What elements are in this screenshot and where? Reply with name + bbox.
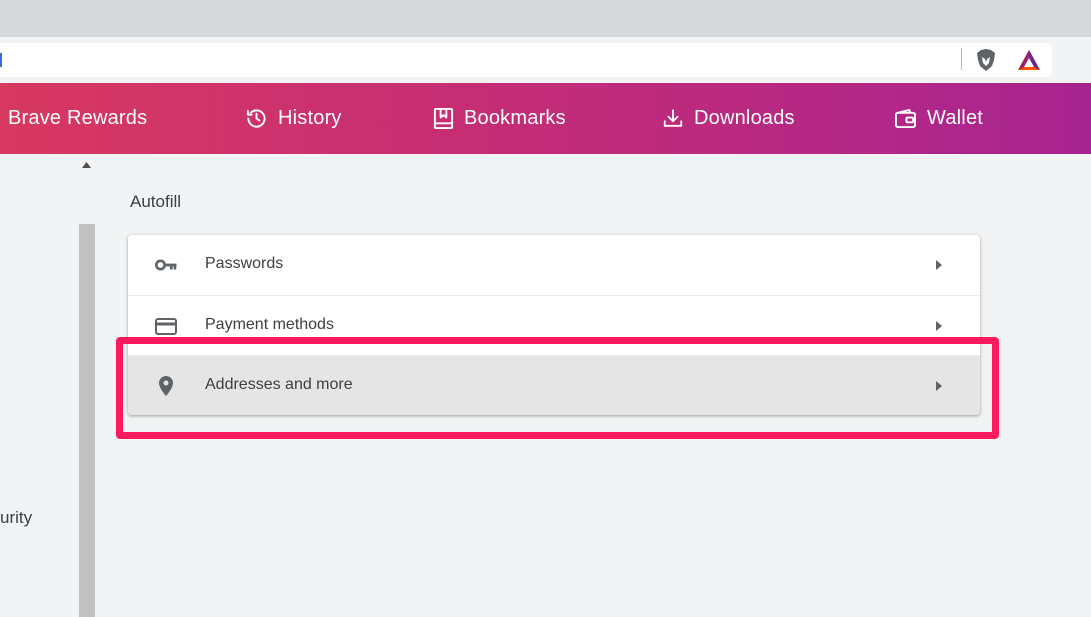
row-label: Addresses and more — [205, 376, 353, 393]
nav-label: Downloads — [694, 107, 795, 129]
browser-toolbar — [0, 37, 1091, 83]
text-cursor — [0, 53, 2, 67]
key-icon — [155, 254, 177, 276]
tab-strip — [0, 0, 1091, 37]
location-pin-icon — [155, 375, 177, 397]
nav-label: History — [278, 107, 342, 129]
nav-wallet[interactable]: Wallet — [894, 83, 983, 154]
nav-brave-rewards[interactable]: Brave Rewards — [8, 83, 147, 154]
settings-nav-bar: Brave Rewards History Bookmarks Download… — [0, 83, 1091, 154]
brave-lion-icon — [977, 49, 995, 71]
brave-rewards-button[interactable] — [1016, 47, 1042, 73]
nav-label: Wallet — [927, 107, 984, 129]
addresses-row[interactable]: Addresses and more — [128, 355, 980, 415]
nav-bookmarks[interactable]: Bookmarks — [433, 83, 566, 154]
address-bar[interactable] — [0, 43, 1052, 77]
nav-history[interactable]: History — [245, 83, 342, 154]
autofill-card: Passwords Payment methods Addresses and … — [128, 235, 980, 415]
nav-downloads[interactable]: Downloads — [662, 83, 795, 154]
history-icon — [246, 109, 266, 128]
payment-methods-row[interactable]: Payment methods — [128, 295, 980, 355]
brave-shields-button[interactable] — [974, 47, 998, 73]
chevron-right-icon — [936, 259, 946, 271]
downloads-icon — [663, 109, 683, 127]
chevron-right-icon — [936, 380, 946, 392]
toolbar-divider — [961, 48, 962, 70]
credit-card-icon — [155, 315, 177, 337]
bookmarks-icon — [433, 108, 454, 129]
sidebar-item-security[interactable]: urity — [0, 508, 32, 528]
sidebar-scrollbar[interactable] — [78, 154, 95, 617]
scrollbar-thumb[interactable] — [79, 224, 95, 617]
scroll-up-arrow-icon[interactable] — [78, 158, 95, 172]
chevron-right-icon — [936, 320, 946, 332]
passwords-row[interactable]: Passwords — [128, 235, 980, 295]
row-label: Payment methods — [205, 316, 334, 333]
nav-label: Bookmarks — [464, 107, 566, 129]
wallet-icon — [895, 108, 916, 129]
settings-sidebar: urity — [0, 154, 78, 617]
row-label: Passwords — [205, 255, 284, 272]
autofill-section-title: Autofill — [130, 192, 182, 211]
nav-label: Brave Rewards — [8, 107, 148, 129]
bat-triangle-icon — [1018, 50, 1040, 70]
